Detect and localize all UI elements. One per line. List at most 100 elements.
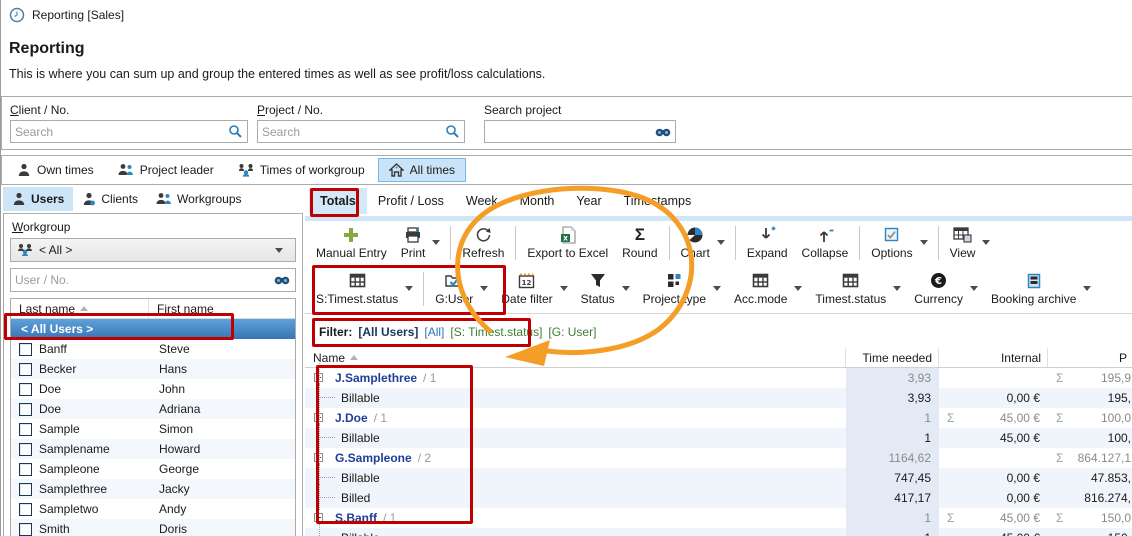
user-row[interactable]: BeckerHans [11,359,295,379]
project-search-input[interactable] [258,121,445,142]
user-checkbox[interactable] [19,443,32,456]
status-button[interactable]: Status [574,270,636,308]
dropdown-arrow-icon[interactable] [893,286,901,291]
binoculars-icon[interactable] [655,126,671,138]
s-timest-status-button[interactable]: S:Timest.status [309,270,419,308]
column-time-needed[interactable]: Time needed [846,348,939,367]
user-search-field[interactable] [10,268,296,292]
column-name[interactable]: Name [305,348,846,367]
tab-month[interactable]: Month [509,188,566,214]
dropdown-arrow-icon[interactable] [622,286,630,291]
tree-collapse-icon[interactable] [314,413,323,422]
project-search-field[interactable] [257,120,465,143]
tab-totals[interactable]: Totals [309,188,367,214]
search-project-field[interactable] [484,120,676,143]
currency-button[interactable]: €Currency [907,270,984,308]
options-button[interactable]: Options [864,224,933,262]
project-type-button[interactable]: Project type [636,270,727,308]
dropdown-arrow-icon[interactable] [713,286,721,291]
report-group-row[interactable]: G.Sampleone/ 21164,62Σ864.127,1 [305,448,1132,468]
user-checkbox[interactable] [19,403,32,416]
print-button[interactable]: Print [394,224,447,262]
tree-collapse-icon[interactable] [314,513,323,522]
user-checkbox[interactable] [19,463,32,476]
report-group-row[interactable]: S.Banff/ 11Σ45,00 €Σ150,0 [305,508,1132,528]
refresh-button[interactable]: Refresh [455,224,511,262]
report-detail-row[interactable]: Billed417,170,00 €816.274, [305,488,1132,508]
filter-chip[interactable]: [All Users] [358,325,418,339]
user-checkbox[interactable] [19,383,32,396]
chart-button[interactable]: Chart [674,224,731,262]
round-button[interactable]: ΣRound [615,224,664,262]
dropdown-arrow-icon[interactable] [480,286,488,291]
tab-workgroups[interactable]: Workgroups [147,187,250,211]
dropdown-arrow-icon[interactable] [920,240,928,245]
user-row[interactable]: SampletwoAndy [11,499,295,519]
report-group-row[interactable]: J.Doe/ 11Σ45,00 €Σ100,0 [305,408,1132,428]
tab-year[interactable]: Year [565,188,612,214]
tab-project-leader[interactable]: Project leader [107,158,225,182]
filter-chip[interactable]: [All] [424,325,444,339]
user-checkbox[interactable] [19,363,32,376]
column-first-name[interactable]: First name [149,302,214,316]
search-project-input[interactable] [485,121,655,142]
tree-collapse-icon[interactable] [314,373,323,382]
booking-archive-button[interactable]: Booking archive [984,270,1097,308]
tab-timestamps[interactable]: Timestamps [613,188,703,214]
dropdown-arrow-icon[interactable] [970,286,978,291]
user-row[interactable]: SamplenameHoward [11,439,295,459]
user-row[interactable]: DoeAdriana [11,399,295,419]
user-checkbox[interactable] [19,503,32,516]
user-search-input[interactable] [11,273,274,287]
user-row[interactable]: BanffSteve [11,339,295,359]
dropdown-arrow-icon[interactable] [560,286,568,291]
user-row[interactable]: SamplethreeJacky [11,479,295,499]
dropdown-arrow-icon[interactable] [982,240,990,245]
expand-button[interactable]: Expand [740,224,795,262]
all-users-row[interactable]: < All Users > [11,319,295,339]
report-group-row[interactable]: J.Samplethree/ 13,93Σ195,9 [305,368,1132,388]
tree-collapse-icon[interactable] [314,453,323,462]
g-user-button[interactable]: G:User [428,270,494,308]
report-detail-row[interactable]: Billable747,450,00 €47.853, [305,468,1132,488]
tab-users[interactable]: Users [3,187,73,211]
column-internal[interactable]: Internal [939,348,1048,367]
tab-own-times[interactable]: Own times [6,158,105,182]
magnifier-icon[interactable] [445,124,460,139]
manual-entry-button[interactable]: Manual Entry [309,224,394,262]
user-checkbox[interactable] [19,423,32,436]
dropdown-arrow-icon[interactable] [794,286,802,291]
filter-chip[interactable]: [G: User] [548,325,596,339]
user-row[interactable]: SampleSimon [11,419,295,439]
magnifier-icon[interactable] [228,124,243,139]
tab-times-of-workgroup[interactable]: Times of workgroup [227,158,376,182]
column-last-name[interactable]: Last name [11,299,149,318]
user-checkbox[interactable] [19,523,32,536]
client-search-field[interactable] [10,120,248,143]
column-p[interactable]: P [1048,348,1132,367]
workgroup-select[interactable]: < All > [10,238,296,262]
dropdown-arrow-icon[interactable] [405,286,413,291]
tab-all-times[interactable]: All times [378,158,466,182]
export-to-excel-button[interactable]: xExport to Excel [520,224,615,262]
filter-chip[interactable]: [S: Timest.status] [450,325,542,339]
binoculars-icon[interactable] [274,274,290,286]
report-detail-row[interactable]: Billable3,930,00 €195, [305,388,1132,408]
report-detail-row[interactable]: Billable145,00 €150, [305,528,1132,536]
user-row[interactable]: DoeJohn [11,379,295,399]
report-detail-row[interactable]: Billable145,00 €100, [305,428,1132,448]
tab-clients[interactable]: Clients [73,187,147,211]
dropdown-arrow-icon[interactable] [717,240,725,245]
client-search-input[interactable] [11,121,228,142]
tab-profit-loss[interactable]: Profit / Loss [367,188,455,214]
date-filter-button[interactable]: 12Date filter [494,270,573,308]
acc-mode-button[interactable]: Acc.mode [727,270,808,308]
timest-status-button[interactable]: Timest.status [808,270,907,308]
user-row[interactable]: SmithDoris [11,519,295,536]
view-button[interactable]: View [943,224,997,262]
collapse-button[interactable]: Collapse [795,224,856,262]
user-checkbox[interactable] [19,483,32,496]
user-row[interactable]: SampleoneGeorge [11,459,295,479]
tab-week[interactable]: Week [455,188,509,214]
dropdown-arrow-icon[interactable] [1083,286,1091,291]
